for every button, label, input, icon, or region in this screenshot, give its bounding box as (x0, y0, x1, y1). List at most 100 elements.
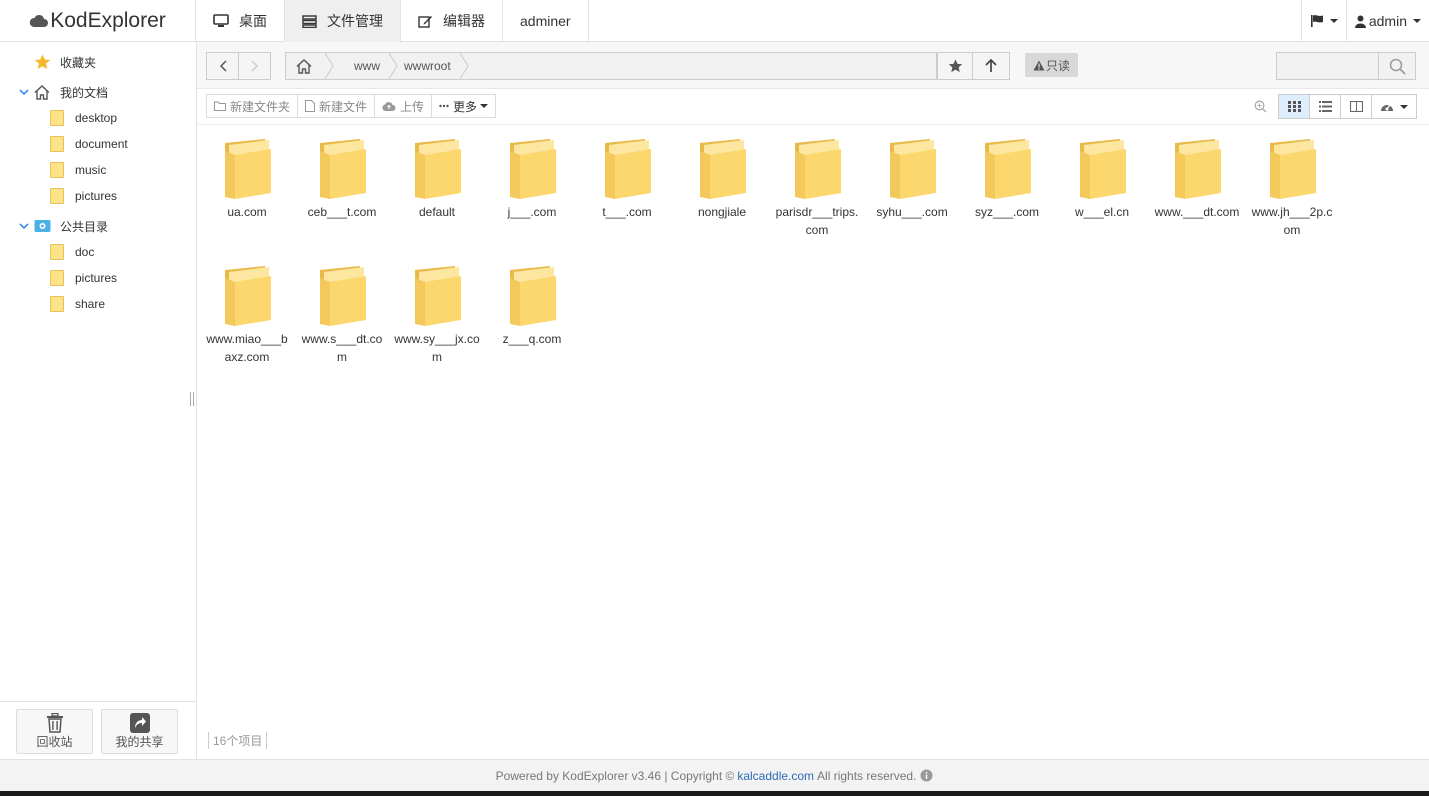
top-bar: KodExplorer 桌面 文件管理 编辑器 adminer admin (0, 0, 1429, 42)
more-menu-button[interactable]: 更多 (432, 95, 495, 117)
tab-editor[interactable]: 编辑器 (401, 0, 503, 42)
folder-name: j___.com (507, 205, 557, 219)
back-button[interactable] (206, 52, 239, 80)
folder-item[interactable]: ceb___t.com (297, 137, 387, 221)
folder-item[interactable]: nongjiale (677, 137, 767, 221)
home-icon (34, 84, 50, 100)
sidebar-item-pictures[interactable]: pictures (0, 183, 196, 209)
new-file-button[interactable]: 新建文件 (298, 95, 376, 117)
sidebar-item-label: share (75, 297, 106, 311)
sidebar-item-favorites[interactable]: 收藏夹 (0, 49, 196, 75)
zoom-button[interactable] (1254, 100, 1267, 116)
footer: Powered by KodExplorer v3.46 | Copyright… (0, 759, 1429, 791)
zoom-icon (1254, 100, 1267, 113)
chevron-down-icon (480, 104, 489, 108)
folder-name: default (418, 205, 456, 219)
sidebar-resize-handle[interactable] (190, 392, 194, 406)
sidebar-item-doc[interactable]: doc (0, 239, 196, 265)
server-icon (302, 14, 317, 28)
sidebar-bottom-buttons: 回收站 我的共享 (0, 701, 196, 759)
split-view-button[interactable] (1341, 95, 1372, 118)
folder-item[interactable]: www.___dt.com (1152, 137, 1242, 221)
user-menu[interactable]: admin (1345, 0, 1429, 42)
new-folder-button[interactable]: 新建文件夹 (207, 95, 299, 117)
up-directory-button[interactable] (972, 52, 1010, 80)
folder-item[interactable]: default (392, 137, 482, 221)
path-bar: www wwwroot 只读 (197, 42, 1429, 89)
search-button[interactable] (1378, 53, 1415, 79)
folder-item[interactable]: z___q.com (487, 264, 577, 348)
upload-button[interactable]: 上传 (375, 95, 433, 117)
folder-item[interactable]: t___.com (582, 137, 672, 221)
folder-icon (510, 266, 556, 326)
recycle-bin-button[interactable]: 回收站 (16, 709, 93, 754)
my-share-button[interactable]: 我的共享 (101, 709, 178, 754)
tab-file-manager-label: 文件管理 (327, 13, 383, 29)
theme-menu-button[interactable] (1372, 95, 1416, 118)
sidebar-item-label: 公共目录 (60, 219, 109, 234)
folder-icon (225, 266, 271, 326)
footer-link[interactable]: kalcaddle.com (737, 769, 814, 783)
folder-name: ua.com (227, 205, 267, 219)
breadcrumb-home[interactable] (286, 53, 324, 79)
sidebar-item-desktop[interactable]: desktop (0, 105, 196, 131)
folder-item[interactable]: www.miao___baxz.com (202, 264, 292, 366)
sidebar-item-document[interactable]: document (0, 131, 196, 157)
folder-name: www.s___dt.com (301, 332, 383, 364)
info-icon[interactable] (920, 769, 933, 782)
language-menu[interactable] (1300, 0, 1346, 42)
folder-icon (415, 139, 461, 199)
favorite-button[interactable] (937, 52, 973, 80)
folder-name: www.___dt.com (1154, 205, 1240, 219)
app-logo[interactable]: KodExplorer (0, 0, 196, 42)
folder-icon (50, 110, 64, 126)
folder-icon (795, 139, 841, 199)
folder-item[interactable]: w___el.cn (1057, 137, 1147, 221)
folder-name: nongjiale (697, 205, 747, 219)
list-view-button[interactable] (1310, 95, 1341, 118)
folder-item[interactable]: syhu___.com (867, 137, 957, 221)
folder-icon (1270, 139, 1316, 199)
toolbar-actions: 新建文件夹 新建文件 上传 更多 (206, 94, 497, 118)
footer-rights: All rights reserved. (817, 768, 917, 783)
breadcrumb-wwwroot[interactable]: wwwroot (398, 53, 459, 79)
folder-item[interactable]: www.sy___jx.com (392, 264, 482, 366)
sidebar-item-my-docs[interactable]: 我的文档 (0, 79, 196, 105)
folder-item[interactable]: www.jh___2p.com (1247, 137, 1337, 239)
folder-icon (605, 139, 651, 199)
icon-view-button[interactable] (1279, 95, 1310, 118)
chevron-down-icon[interactable] (18, 88, 30, 96)
folder-item[interactable]: parisdr___trips.com (772, 137, 862, 239)
sidebar-item-share[interactable]: share (0, 291, 196, 317)
folder-icon (225, 139, 271, 199)
folder-icon (50, 270, 64, 286)
sidebar-item-public-pictures[interactable]: pictures (0, 265, 196, 291)
tab-desktop-label: 桌面 (239, 13, 267, 29)
folder-item[interactable]: ua.com (202, 137, 292, 221)
search-input[interactable] (1277, 53, 1378, 79)
sidebar-item-label: desktop (75, 111, 118, 125)
sidebar-item-public[interactable]: 公共目录 (0, 213, 196, 239)
folder-outline-icon (214, 101, 226, 111)
list-icon (1318, 101, 1332, 112)
breadcrumb-www[interactable]: www (334, 53, 388, 79)
tab-file-manager[interactable]: 文件管理 (285, 0, 401, 42)
cloud-icon (29, 14, 49, 27)
sidebar-item-music[interactable]: music (0, 157, 196, 183)
tab-desktop[interactable]: 桌面 (196, 0, 285, 42)
folder-name: syhu___.com (876, 205, 948, 219)
tab-adminer[interactable]: adminer (503, 0, 589, 42)
folder-item[interactable]: syz___.com (962, 137, 1052, 221)
folder-icon (320, 266, 366, 326)
grid-icon (1287, 101, 1301, 112)
search-box (1276, 52, 1416, 80)
chevron-down-icon[interactable] (18, 222, 30, 230)
star-icon (948, 59, 962, 73)
folder-item[interactable]: www.s___dt.com (297, 264, 387, 366)
item-count: 16个项目 (208, 732, 268, 749)
folder-item[interactable]: j___.com (487, 137, 577, 221)
edit-icon (418, 16, 432, 28)
chevron-down-icon (1400, 104, 1408, 109)
more-label: 更多 (453, 99, 478, 114)
forward-button[interactable] (238, 52, 271, 80)
